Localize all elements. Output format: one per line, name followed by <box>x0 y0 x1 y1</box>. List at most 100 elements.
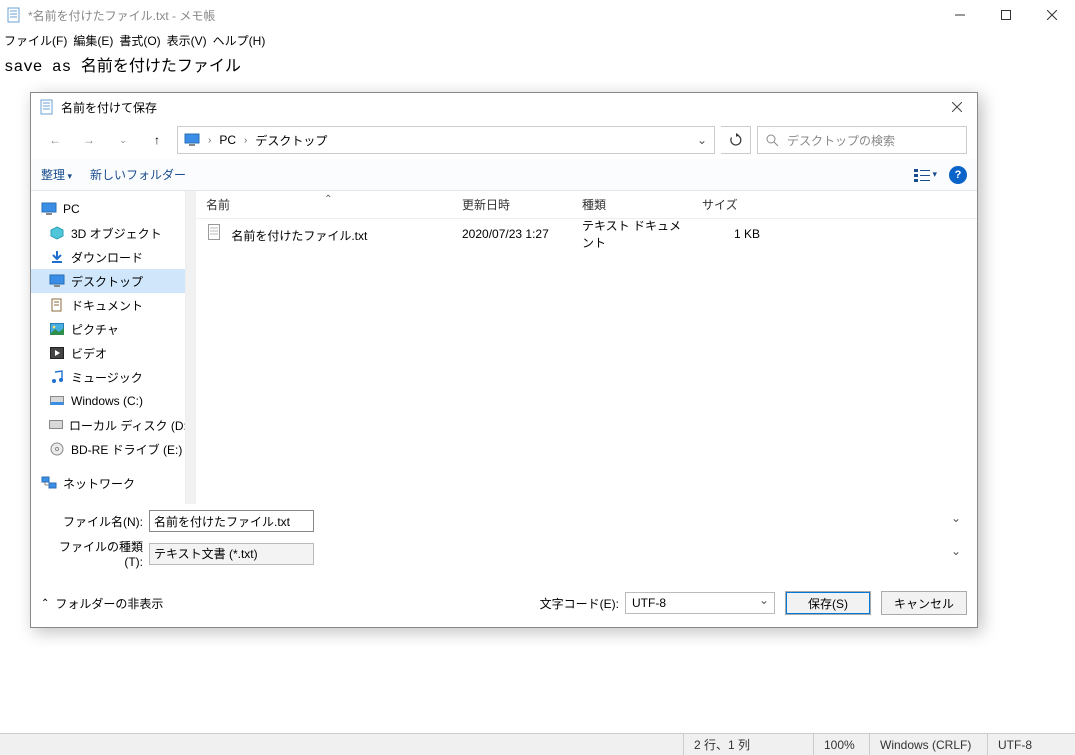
tree-item-pictures[interactable]: ピクチャ <box>31 317 185 341</box>
tree-item-documents[interactable]: ドキュメント <box>31 293 185 317</box>
sort-asc-icon: ⌃ <box>324 194 332 205</box>
encoding-label: 文字コード(E): <box>540 595 619 612</box>
menu-file[interactable]: ファイル(F) <box>4 32 67 49</box>
menu-view[interactable]: 表示(V) <box>167 32 207 49</box>
chevron-right-icon: › <box>244 135 247 146</box>
hide-folders-toggle[interactable]: ⌃ フォルダーの非表示 <box>41 595 163 612</box>
tree-label: ドキュメント <box>71 297 143 314</box>
cube-icon <box>49 226 65 240</box>
notepad-titlebar: *名前を付けたファイル.txt - メモ帳 <box>0 0 1075 30</box>
tree-item-pc[interactable]: PC <box>31 197 185 221</box>
breadcrumb-pc[interactable]: PC <box>219 133 236 147</box>
disc-icon <box>49 442 65 456</box>
menu-format[interactable]: 書式(O) <box>119 32 160 49</box>
tree-item-desktop[interactable]: デスクトップ <box>31 269 185 293</box>
tree-label: ローカル ディスク (D:) <box>69 417 186 434</box>
download-icon <box>49 250 65 264</box>
window-controls <box>937 0 1075 30</box>
tree-label: ネットワーク <box>63 475 135 492</box>
tree-item-network[interactable]: ネットワーク <box>31 471 185 495</box>
status-line-ending: Windows (CRLF) <box>869 734 987 755</box>
tree-item-drive-d[interactable]: ローカル ディスク (D:) <box>31 413 185 437</box>
tree-label: ビデオ <box>71 345 107 362</box>
column-date[interactable]: 更新日時 <box>452 196 572 213</box>
breadcrumb[interactable]: › PC › デスクトップ ⌄ <box>177 126 715 154</box>
notepad-icon <box>6 7 22 23</box>
tree-label: ミュージック <box>71 369 143 386</box>
encoding-select[interactable] <box>625 592 775 614</box>
tree-item-drive-c[interactable]: Windows (C:) <box>31 389 185 413</box>
column-headers: 名前 ⌃ 更新日時 種類 サイズ <box>196 191 977 219</box>
minimize-button[interactable] <box>937 0 983 30</box>
tree-item-3d-objects[interactable]: 3D オブジェクト <box>31 221 185 245</box>
cancel-button-label: キャンセル <box>894 595 954 612</box>
tree-label: PC <box>63 202 80 216</box>
filetype-select[interactable] <box>149 543 314 565</box>
tree-label: Windows (C:) <box>71 394 143 408</box>
documents-icon <box>49 298 65 312</box>
tree-item-videos[interactable]: ビデオ <box>31 341 185 365</box>
splitter[interactable] <box>186 191 196 504</box>
desktop-icon <box>49 274 65 288</box>
column-size[interactable]: サイズ <box>692 196 772 213</box>
nav-recent-button[interactable]: ⌄ <box>109 126 137 154</box>
statusbar: 2 行、1 列 100% Windows (CRLF) UTF-8 <box>0 733 1075 755</box>
nav-tree: PC 3D オブジェクト ダウンロード デスクトップ ドキュメント ピクチャ <box>31 191 186 504</box>
tree-label: ピクチャ <box>71 321 119 338</box>
view-toggle-button[interactable]: ▾ <box>914 168 937 182</box>
menu-edit[interactable]: 編集(E) <box>73 32 113 49</box>
filename-input[interactable] <box>149 510 314 532</box>
dialog-close-button[interactable] <box>937 93 977 121</box>
dialog-toolbar: 整理 新しいフォルダー ▾ ? <box>31 159 977 191</box>
new-folder-button[interactable]: 新しいフォルダー <box>90 166 186 183</box>
column-type[interactable]: 種類 <box>572 196 692 213</box>
refresh-button[interactable] <box>721 126 751 154</box>
search-input[interactable]: デスクトップの検索 <box>757 126 967 154</box>
file-date: 2020/07/23 1:27 <box>452 227 572 241</box>
tree-item-downloads[interactable]: ダウンロード <box>31 245 185 269</box>
chevron-right-icon: › <box>208 135 211 146</box>
breadcrumb-desktop[interactable]: デスクトップ <box>255 132 327 149</box>
tree-item-music[interactable]: ミュージック <box>31 365 185 389</box>
nav-forward-button[interactable]: → <box>75 126 103 154</box>
file-size: 1 KB <box>692 227 772 241</box>
drive-icon <box>49 418 63 432</box>
organize-button[interactable]: 整理 <box>41 166 72 183</box>
chevron-up-icon: ⌃ <box>41 598 49 609</box>
dialog-main: PC 3D オブジェクト ダウンロード デスクトップ ドキュメント ピクチャ <box>31 191 977 504</box>
filename-label: ファイル名(N): <box>41 513 149 530</box>
notepad-icon <box>39 99 55 115</box>
tree-label: デスクトップ <box>71 273 143 290</box>
save-button[interactable]: 保存(S) <box>785 591 871 615</box>
dialog-footer: ⌃ フォルダーの非表示 文字コード(E): 保存(S) キャンセル <box>31 575 977 627</box>
nav-up-button[interactable]: ↑ <box>143 126 171 154</box>
column-name[interactable]: 名前 ⌃ <box>196 196 452 213</box>
address-bar: ← → ⌄ ↑ › PC › デスクトップ ⌄ デスクトップの検索 <box>31 121 977 159</box>
cancel-button[interactable]: キャンセル <box>881 591 967 615</box>
search-placeholder: デスクトップの検索 <box>787 132 895 149</box>
tree-item-drive-bd[interactable]: BD-RE ドライブ (E:) <box>31 437 185 461</box>
search-icon <box>766 134 779 147</box>
dialog-titlebar: 名前を付けて保存 <box>31 93 977 121</box>
pictures-icon <box>49 322 65 336</box>
hide-folders-label: フォルダーの非表示 <box>55 595 163 612</box>
filetype-label: ファイルの種類(T): <box>41 538 149 569</box>
help-button[interactable]: ? <box>949 166 967 184</box>
tree-label: ダウンロード <box>71 249 143 266</box>
close-button[interactable] <box>1029 0 1075 30</box>
file-row[interactable]: 名前を付けたファイル.txt 2020/07/23 1:27 テキスト ドキュメ… <box>196 219 977 249</box>
file-name: 名前を付けたファイル.txt <box>231 229 367 243</box>
file-type: テキスト ドキュメント <box>572 217 692 251</box>
breadcrumb-dropdown-button[interactable]: ⌄ <box>690 133 714 147</box>
dialog-fields: ファイル名(N): ファイルの種類(T): <box>31 504 977 575</box>
menu-help[interactable]: ヘルプ(H) <box>213 32 266 49</box>
text-file-icon <box>206 224 222 240</box>
status-cursor: 2 行、1 列 <box>683 734 813 755</box>
file-list-panel: 名前 ⌃ 更新日時 種類 サイズ 名前を付けたファイル.txt 2020/07/… <box>186 191 977 504</box>
nav-back-button[interactable]: ← <box>41 126 69 154</box>
dialog-title: 名前を付けて保存 <box>61 99 157 116</box>
save-button-label: 保存(S) <box>808 595 848 612</box>
drive-icon <box>49 394 65 408</box>
videos-icon <box>49 346 65 360</box>
maximize-button[interactable] <box>983 0 1029 30</box>
